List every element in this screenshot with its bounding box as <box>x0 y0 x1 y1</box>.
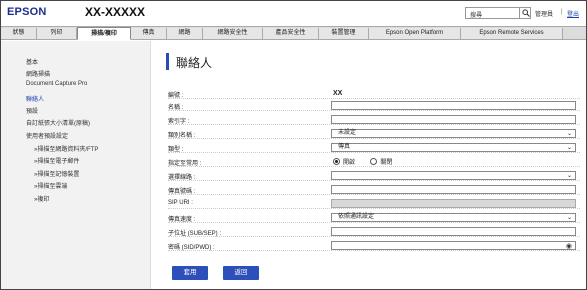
assign-label: 指定至常用 : <box>168 161 202 167</box>
epson-logo: EPSON <box>7 6 47 18</box>
subaddress-label: 子位址 (SUB/SEP) : <box>168 231 222 237</box>
chevron-down-icon: ⌄ <box>566 131 572 137</box>
number-label: 編號 : <box>168 93 184 99</box>
type-select[interactable]: 傳真 ⌄ <box>331 143 576 152</box>
fax-speed-value: 依照通訊設定 <box>338 214 375 220</box>
row-fax-number: 傳真號碼 : <box>168 184 580 195</box>
sidebar-item-basic[interactable]: 基本 <box>26 57 38 66</box>
assign-off-radio[interactable] <box>370 157 378 165</box>
type-label: 類型 : <box>168 147 184 153</box>
title-accent-bar <box>166 53 169 70</box>
sidebar-item-contacts[interactable]: 聯絡人 <box>26 94 44 103</box>
row-subaddress: 子位址 (SUB/SEP) : <box>168 226 580 237</box>
row-type: 類型 : 傳真 ⌄ <box>168 142 580 153</box>
sidebar-item-scan-to-email[interactable]: »掃描至電子郵件 <box>34 156 79 165</box>
tab-epson-remote-services[interactable]: Epson Remote Services <box>461 28 563 39</box>
apply-button[interactable]: 套用 <box>172 266 208 280</box>
row-number: 編號 : XX <box>168 88 580 99</box>
back-button[interactable]: 返回 <box>223 266 259 280</box>
search-icon <box>522 9 530 17</box>
sidebar-item-scan-to-cloud[interactable]: »掃描至雲端 <box>34 181 67 190</box>
name-field[interactable] <box>331 101 576 110</box>
assign-radio-group: 開啟 關閉 <box>333 157 392 166</box>
type-value: 傳真 <box>338 144 351 150</box>
sidebar-item-user-defaults[interactable]: 使用者預設設定 <box>26 131 68 140</box>
main-content: 聯絡人 編號 : XX 名稱 : 索引字 : 類別名稱 : 未設定 ⌄ 類型 :… <box>152 41 586 289</box>
fax-speed-select[interactable]: 依照通訊設定 ⌄ <box>331 213 576 222</box>
name-label: 名稱 : <box>168 105 184 111</box>
chevron-down-icon: ⌄ <box>566 215 572 221</box>
fax-number-label: 傳真號碼 : <box>168 189 196 195</box>
row-line: 選擇線路 : ⌄ <box>168 170 580 181</box>
chevron-down-icon: ⌄ <box>566 173 572 179</box>
assign-on-label: 開啟 <box>343 160 356 166</box>
tab-epson-open-platform[interactable]: Epson Open Platform <box>369 28 461 39</box>
sidebar-item-document-capture-pro[interactable]: Document Capture Pro <box>26 81 87 87</box>
tab-print[interactable]: 列印 <box>37 28 77 39</box>
tab-status[interactable]: 狀態 <box>1 28 37 39</box>
row-fax-speed: 傳真速度 : 依照通訊設定 ⌄ <box>168 212 580 223</box>
index-word-field[interactable] <box>331 115 576 124</box>
index-word-label: 索引字 : <box>168 119 190 125</box>
sidebar-item-copy[interactable]: »複印 <box>34 194 49 203</box>
tab-network[interactable]: 網路 <box>167 28 203 39</box>
tab-scan-copy[interactable]: 掃描/複印 <box>77 27 131 40</box>
model-name: XX-XXXXX <box>85 5 146 19</box>
subaddress-field[interactable] <box>331 227 576 236</box>
row-assign-frequent: 指定至常用 : 開啟 關閉 <box>168 156 580 167</box>
password-field[interactable]: ◉ <box>331 241 576 250</box>
number-value: XX <box>333 90 343 97</box>
sidebar-item-custom-paper-size[interactable]: 自訂紙張大小清單(原稿) <box>26 118 90 127</box>
logout-link[interactable]: 登出 <box>567 9 579 18</box>
fax-number-field[interactable] <box>331 185 576 194</box>
sidebar-item-scan-to-memory[interactable]: »掃描至記憶裝置 <box>34 169 79 178</box>
row-password: 密碼 (SID/PWD) : ◉ <box>168 240 580 251</box>
line-label: 選擇線路 : <box>168 175 196 181</box>
sidebar-item-network-scan[interactable]: 網路掃描 <box>26 69 50 78</box>
group-name-label: 類別名稱 : <box>168 133 196 139</box>
password-label: 密碼 (SID/PWD) : <box>168 245 215 251</box>
search-button[interactable] <box>519 7 531 19</box>
sidebar-item-scan-to-folder[interactable]: »掃描至網路資料夾/FTP <box>34 144 98 153</box>
header: EPSON XX-XXXXX 搜尋 管理員 | 登出 <box>1 1 586 26</box>
tab-bar: 狀態 列印 掃描/複印 傳真 網路 網路安全性 產品安全性 裝置管理 Epson… <box>1 26 586 40</box>
sip-uri-field <box>331 199 576 208</box>
page-title: 聯絡人 <box>176 56 213 70</box>
row-sip-uri: SIP URI : <box>168 198 580 209</box>
tab-network-security[interactable]: 網路安全性 <box>203 28 263 39</box>
sidebar: 基本 網路掃描 Document Capture Pro 聯絡人 預設 自訂紙張… <box>1 41 151 289</box>
group-name-select[interactable]: 未設定 ⌄ <box>331 129 576 138</box>
assign-on-radio[interactable] <box>333 157 340 165</box>
line-select[interactable]: ⌄ <box>331 171 576 180</box>
tab-product-security[interactable]: 產品安全性 <box>263 28 319 39</box>
eye-icon[interactable]: ◉ <box>566 242 572 250</box>
search-placeholder: 搜尋 <box>470 13 483 19</box>
admin-label: 管理員 <box>535 12 554 18</box>
row-index-word: 索引字 : <box>168 114 580 125</box>
fax-speed-label: 傳真速度 : <box>168 217 196 223</box>
header-separator: | <box>561 9 563 15</box>
row-group-name: 類別名稱 : 未設定 ⌄ <box>168 128 580 139</box>
group-name-value: 未設定 <box>338 130 357 136</box>
tab-device-management[interactable]: 裝置管理 <box>319 28 369 39</box>
tab-fax[interactable]: 傳真 <box>131 28 167 39</box>
chevron-down-icon: ⌄ <box>566 145 572 151</box>
sip-uri-label: SIP URI : <box>168 200 193 206</box>
row-name: 名稱 : <box>168 100 580 111</box>
sidebar-item-presets[interactable]: 預設 <box>26 106 38 115</box>
assign-off-label: 關閉 <box>380 160 393 166</box>
